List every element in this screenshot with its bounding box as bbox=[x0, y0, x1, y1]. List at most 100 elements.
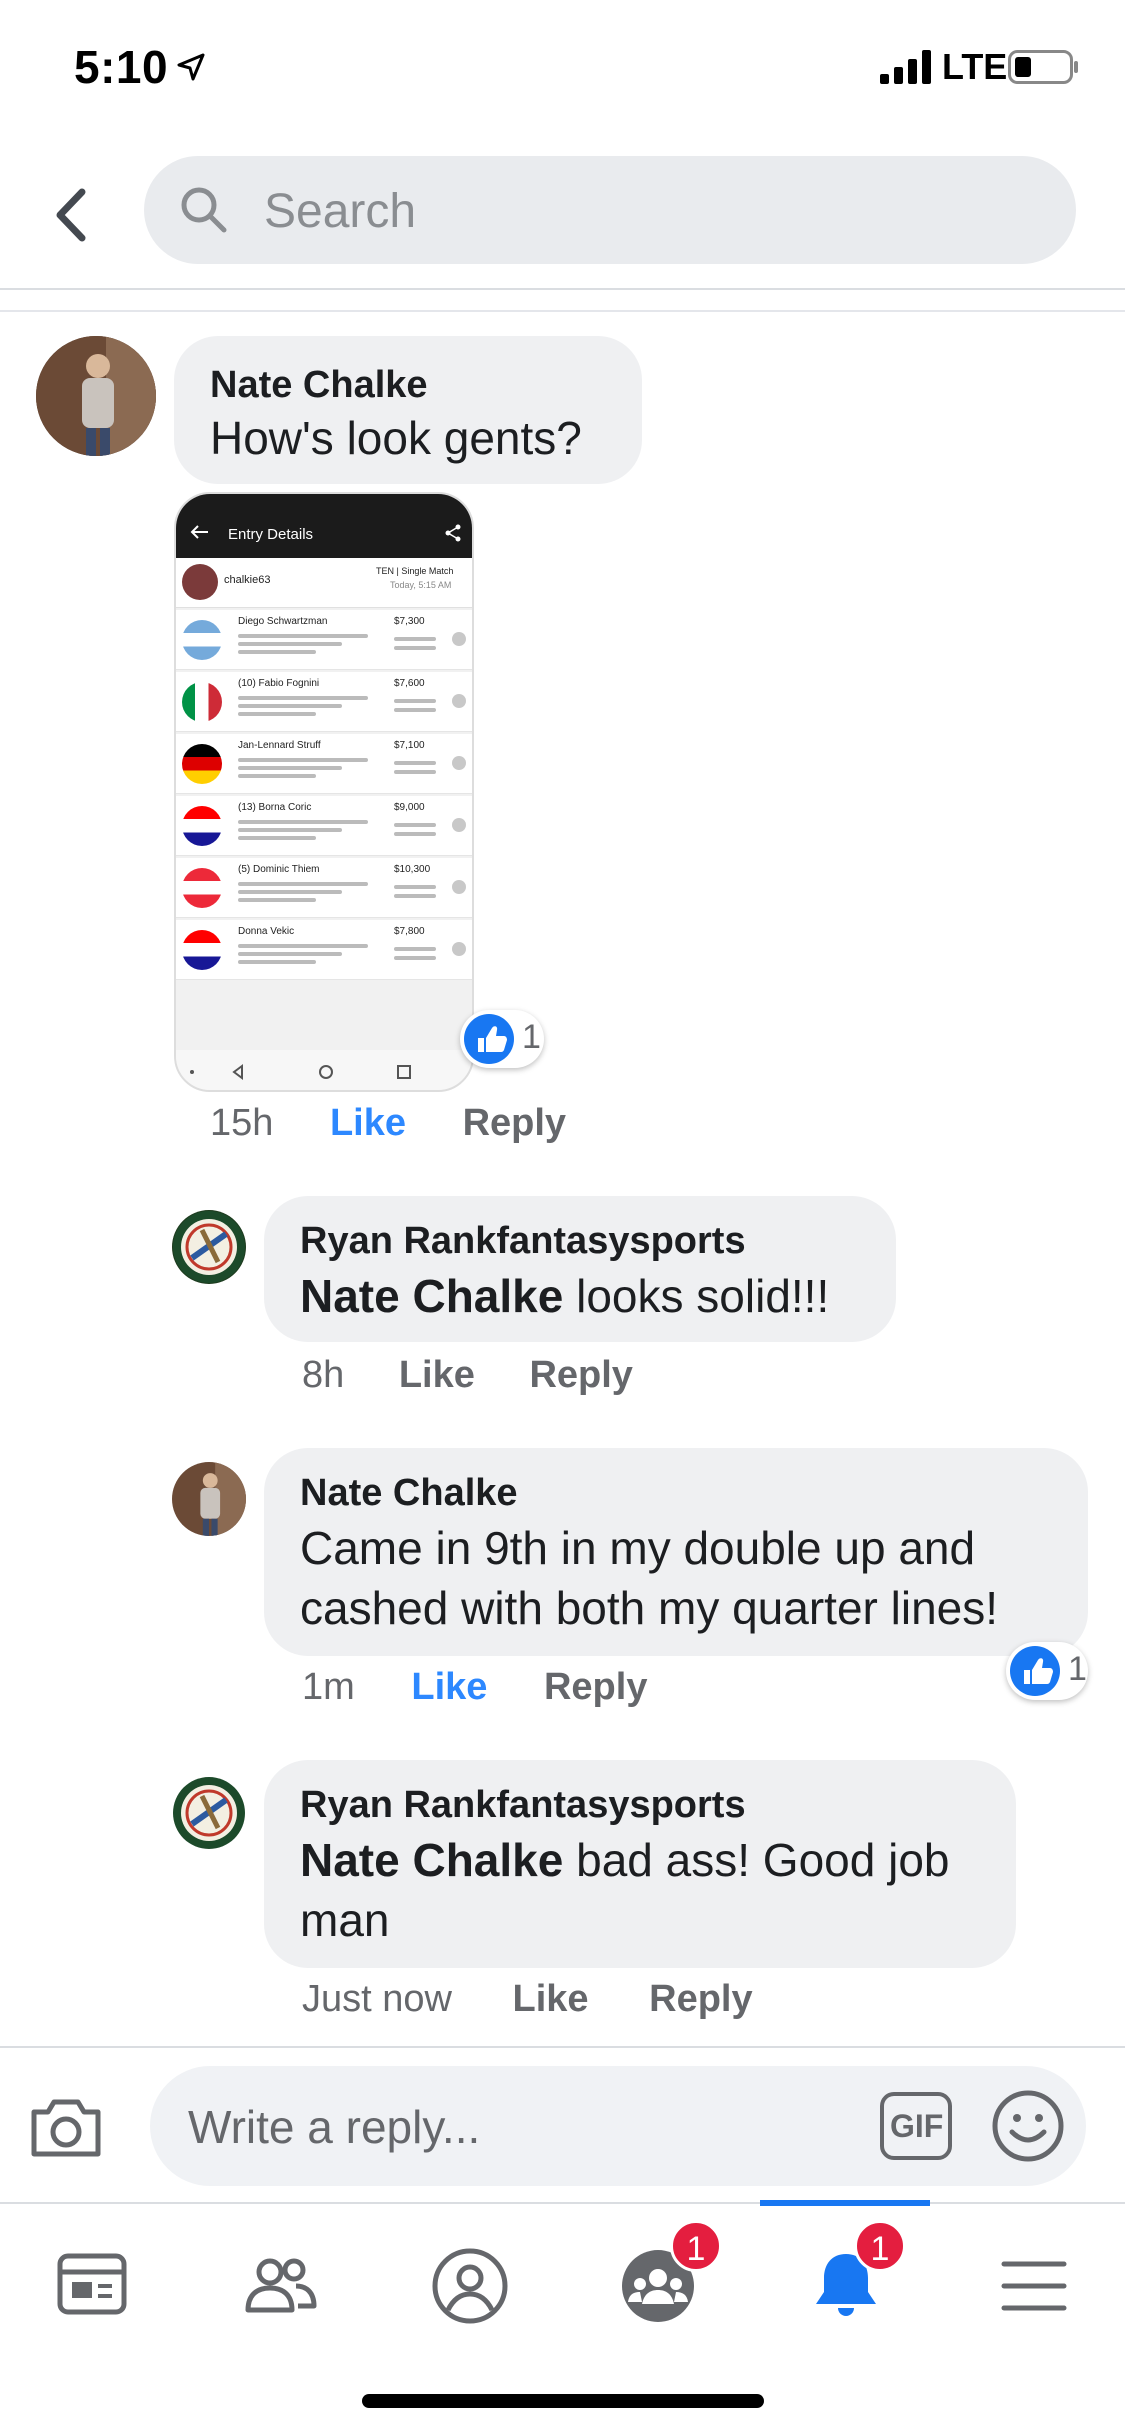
comment-bubble[interactable]: Nate Chalke Came in 9th in my double up … bbox=[264, 1448, 1088, 1656]
attachment-user-row: chalkie63 TEN | Single Match Today, 5:15… bbox=[176, 558, 472, 608]
avatar-ryan[interactable] bbox=[172, 1210, 246, 1284]
notifications-badge: 1 bbox=[854, 2220, 906, 2272]
tab-news-feed[interactable] bbox=[32, 2228, 152, 2338]
mention[interactable]: Nate Chalke bbox=[300, 1834, 563, 1886]
player-price: $10,300 bbox=[394, 864, 431, 875]
attachment-contest-time: Today, 5:15 AM bbox=[390, 580, 452, 590]
active-tab-indicator bbox=[760, 2200, 930, 2206]
player-price: $7,600 bbox=[394, 678, 425, 689]
reply-composer: Write a reply... GIF bbox=[0, 2046, 1125, 2202]
comment-time: 8h bbox=[302, 1354, 345, 1396]
like-button[interactable]: Like bbox=[411, 1666, 487, 1708]
like-button[interactable]: Like bbox=[513, 1978, 589, 2020]
battery-icon bbox=[1008, 50, 1078, 84]
share-icon bbox=[445, 524, 461, 542]
tab-groups[interactable]: 1 bbox=[596, 2220, 722, 2338]
like-icon bbox=[1010, 1646, 1060, 1696]
search-icon bbox=[181, 187, 227, 233]
divider bbox=[0, 310, 1125, 312]
avatar-nate[interactable] bbox=[36, 336, 156, 456]
reaction-badge[interactable]: 1 bbox=[1006, 1642, 1088, 1700]
comment-time: 1m bbox=[302, 1666, 355, 1708]
user-avatar bbox=[182, 564, 218, 600]
comment-author[interactable]: Nate Chalke bbox=[300, 1472, 518, 1515]
comment-meta: Just now Like Reply bbox=[302, 1978, 753, 2021]
gif-button[interactable]: GIF bbox=[880, 2092, 952, 2160]
comment-text: How's look gents? bbox=[210, 412, 582, 464]
reply-button[interactable]: Reply bbox=[649, 1978, 752, 2020]
player-row: (5) Dominic Thiem $10,300 bbox=[176, 858, 472, 918]
flag-icon bbox=[182, 868, 222, 908]
friends-icon bbox=[245, 2258, 317, 2313]
like-button[interactable]: Like bbox=[399, 1354, 475, 1396]
reply-button[interactable]: Reply bbox=[529, 1354, 632, 1396]
comment-bubble[interactable]: Ryan Rankfantasysports Nate Chalke looks… bbox=[264, 1196, 896, 1342]
remove-icon bbox=[452, 942, 466, 956]
tab-friends[interactable] bbox=[220, 2228, 340, 2338]
like-button[interactable]: Like bbox=[330, 1102, 406, 1144]
comment-author[interactable]: Nate Chalke bbox=[210, 364, 428, 407]
comment-author[interactable]: Ryan Rankfantasysports bbox=[300, 1784, 746, 1827]
comment-bubble[interactable]: Nate Chalke How's look gents? bbox=[174, 336, 642, 484]
avatar-nate[interactable] bbox=[172, 1462, 246, 1536]
reaction-badge[interactable]: 1 bbox=[460, 1010, 544, 1068]
comment-meta: 1m Like Reply bbox=[302, 1666, 647, 1709]
comment-text-line: Nate Chalke bad ass! Good job bbox=[300, 1834, 950, 1886]
comment-author[interactable]: Ryan Rankfantasysports bbox=[300, 1220, 746, 1263]
avatar-ryan[interactable] bbox=[172, 1776, 246, 1850]
remove-icon bbox=[452, 756, 466, 770]
player-name: Jan-Lennard Struff bbox=[238, 740, 321, 751]
comment-meta: 15h Like Reply bbox=[210, 1102, 566, 1145]
player-name: (10) Fabio Fognini bbox=[238, 678, 320, 689]
menu-icon bbox=[1001, 2261, 1067, 2311]
comment-text-line: man bbox=[300, 1894, 390, 1946]
status-bar: 5:10 LTE bbox=[0, 0, 1125, 140]
attachment-username: chalkie63 bbox=[224, 574, 271, 586]
attachment-title: Entry Details bbox=[228, 526, 314, 543]
player-row: Diego Schwartzman $7,300 bbox=[176, 610, 472, 670]
groups-badge: 1 bbox=[670, 2220, 722, 2272]
comment-text-line: Came in 9th in my double up and bbox=[300, 1522, 976, 1574]
search-placeholder: Search bbox=[264, 185, 417, 238]
tab-profile[interactable] bbox=[408, 2228, 528, 2338]
signal-icon bbox=[880, 50, 931, 84]
network-label: LTE bbox=[942, 46, 1008, 87]
comment-text: Nate Chalke looks solid!!! bbox=[300, 1270, 830, 1322]
camera-icon[interactable] bbox=[28, 2092, 104, 2162]
tab-menu[interactable] bbox=[972, 2228, 1092, 2338]
remove-icon bbox=[452, 694, 466, 708]
news-feed-icon bbox=[57, 2253, 127, 2315]
comment-time: 15h bbox=[210, 1102, 274, 1144]
flag-icon bbox=[182, 806, 222, 846]
remove-icon bbox=[452, 880, 466, 894]
reply-button[interactable]: Reply bbox=[463, 1102, 566, 1144]
emoji-icon[interactable] bbox=[990, 2088, 1066, 2164]
search-input[interactable]: Search bbox=[144, 156, 1076, 264]
like-icon bbox=[464, 1014, 514, 1064]
home-indicator[interactable] bbox=[362, 2394, 764, 2408]
flag-icon bbox=[182, 682, 222, 722]
location-arrow-icon bbox=[177, 53, 205, 81]
arrow-left-icon bbox=[190, 525, 208, 539]
comment-meta: 8h Like Reply bbox=[302, 1354, 633, 1397]
comment-bubble[interactable]: Ryan Rankfantasysports Nate Chalke bad a… bbox=[264, 1760, 1016, 1968]
attachment-nav-bar bbox=[176, 1050, 472, 1090]
profile-icon bbox=[432, 2248, 508, 2324]
reply-button[interactable]: Reply bbox=[544, 1666, 647, 1708]
attachment-contest: TEN | Single Match bbox=[376, 566, 454, 576]
player-name: Donna Vekic bbox=[238, 926, 295, 937]
reaction-count: 1 bbox=[1068, 1650, 1087, 1688]
player-price: $7,100 bbox=[394, 740, 425, 751]
comment-text-line: cashed with both my quarter lines! bbox=[300, 1582, 999, 1634]
tab-notifications[interactable]: 1 bbox=[784, 2220, 906, 2338]
flag-icon bbox=[182, 930, 222, 970]
comment-image-attachment[interactable]: Entry Details chalkie63 TEN | Single Mat… bbox=[174, 492, 474, 1092]
player-row: (13) Borna Coric $9,000 bbox=[176, 796, 472, 856]
mention[interactable]: Nate Chalke bbox=[300, 1270, 563, 1322]
player-price: $9,000 bbox=[394, 802, 425, 813]
player-row: Donna Vekic $7,800 bbox=[176, 920, 472, 980]
status-time: 5:10 bbox=[74, 41, 169, 93]
back-button[interactable] bbox=[46, 180, 96, 250]
reply-input[interactable]: Write a reply... GIF bbox=[150, 2066, 1086, 2186]
player-name: (13) Borna Coric bbox=[238, 802, 312, 813]
